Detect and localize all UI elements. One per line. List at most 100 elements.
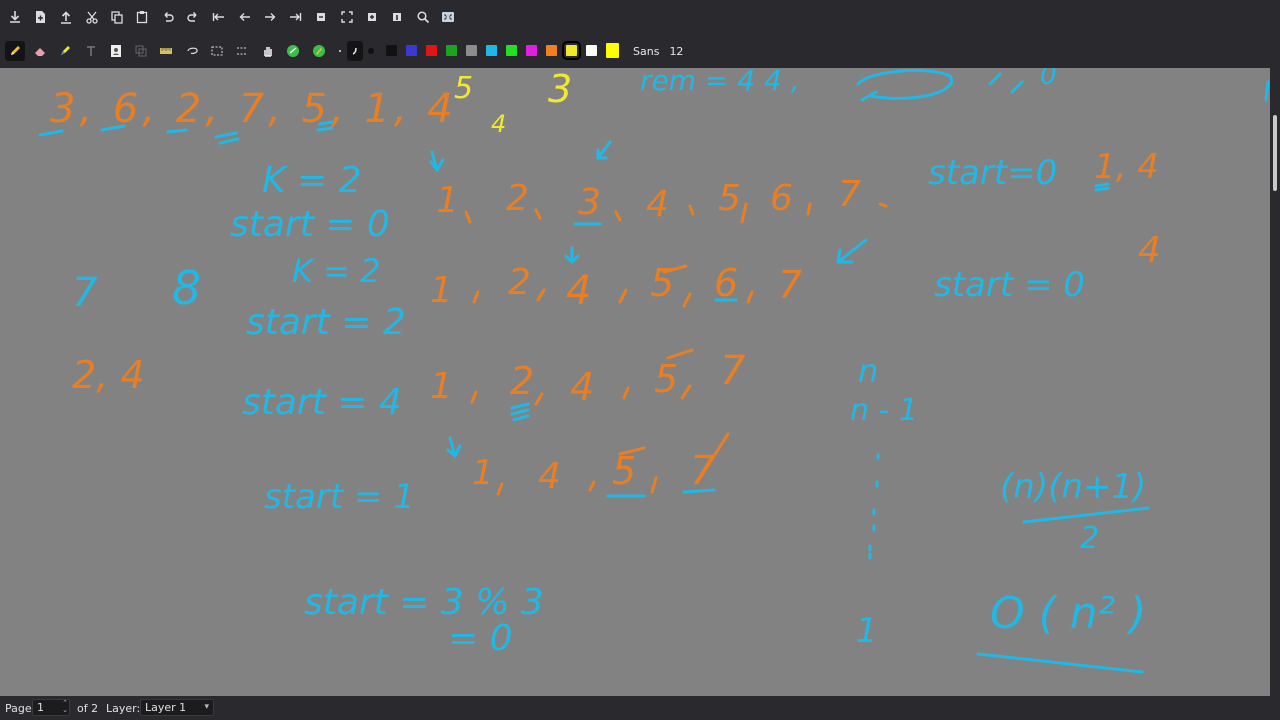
start-0-right2: start = 0 [934, 265, 1085, 305]
note-value: 7 [838, 174, 861, 215]
color-gray-swatch[interactable] [466, 45, 477, 56]
ink-stroke [164, 12, 174, 22]
image-icon[interactable] [106, 41, 126, 61]
copy-icon[interactable] [107, 7, 127, 27]
seven-blue: 7 [72, 270, 98, 316]
zoom-icon[interactable] [413, 7, 433, 27]
ink-stroke [341, 11, 353, 23]
color-red-swatch[interactable] [426, 45, 437, 56]
scrollbar-thumb[interactable] [1273, 115, 1277, 191]
ink-stroke [1264, 80, 1270, 102]
hand-icon[interactable] [258, 41, 278, 61]
one-four: 1, 4 [1094, 147, 1159, 187]
fit-page-icon[interactable] [337, 7, 357, 27]
color-magenta-swatch[interactable] [526, 45, 537, 56]
note-value: 5 [718, 178, 741, 219]
note-value: 1 [430, 366, 453, 407]
top-rem: rem = 4 4 , [640, 68, 800, 97]
export-icon[interactable] [56, 7, 76, 27]
font-name: Sans [633, 44, 660, 58]
text-icon[interactable] [81, 41, 101, 61]
ink-stroke [61, 11, 71, 24]
two-four: 2, 4 [72, 353, 145, 397]
ink-stroke [290, 13, 302, 21]
ruler-icon[interactable] [156, 41, 176, 61]
ink-stroke [564, 246, 580, 264]
custom-color-button[interactable] [606, 43, 619, 58]
goto-first-page-icon[interactable] [209, 7, 229, 27]
ink-stroke [424, 18, 430, 24]
redo-icon[interactable] [183, 7, 203, 27]
page-count: of 2 [77, 702, 99, 715]
note-value: 4 [570, 365, 594, 409]
page-label: Page [5, 702, 32, 715]
one-label: 1 [856, 611, 878, 651]
note-value: 1 [436, 180, 459, 221]
color-black-swatch[interactable] [386, 45, 397, 56]
ink-stroke [1094, 182, 1110, 192]
page-value: 1 [37, 701, 44, 714]
color-green-swatch[interactable] [446, 45, 457, 56]
ink-stroke [187, 12, 197, 22]
insert-page-icon[interactable] [311, 7, 331, 27]
note-value: 5 [654, 357, 678, 401]
select-object-icon[interactable] [131, 41, 151, 61]
fit-width-icon[interactable] [362, 7, 382, 27]
default-tool-icon[interactable] [309, 41, 329, 61]
color-light-green-swatch[interactable] [506, 45, 517, 56]
ink-stroke [510, 402, 530, 422]
page-spinbox[interactable]: 1 ⌃ ⌄ [32, 699, 70, 716]
circle-mark [856, 68, 953, 102]
note-value: 3 [578, 182, 601, 223]
previous-page-icon[interactable] [235, 7, 255, 27]
color-light-blue-swatch[interactable] [486, 45, 497, 56]
start-3-mod-3: start = 3 % 3 [304, 582, 544, 623]
start-1: start = 1 [264, 477, 415, 517]
yellow-three: 3 [548, 68, 572, 111]
new-page-icon[interactable] [30, 7, 50, 27]
ink-stroke [265, 13, 276, 21]
row3-values: 1 2 4 5 7 [430, 348, 746, 409]
next-page-icon[interactable] [260, 7, 280, 27]
top-zero: 0 [1040, 68, 1057, 91]
pen-icon[interactable] [5, 41, 25, 61]
select-lasso-icon[interactable] [182, 41, 202, 61]
row4-values: 1 4 5 7 [472, 448, 716, 497]
note-value: 4 [646, 184, 669, 225]
color-orange-swatch[interactable] [546, 45, 557, 56]
select-region-icon[interactable] [232, 41, 252, 61]
vertical-scrollbar[interactable] [1270, 68, 1280, 696]
thick-thickness-icon[interactable] [363, 41, 379, 61]
undo-icon[interactable] [158, 7, 178, 27]
paste-icon[interactable] [132, 7, 152, 27]
spin-arrows-icon[interactable]: ⌃ ⌄ [62, 700, 68, 714]
ink-stroke [187, 47, 198, 54]
yellow-four: 4 [491, 110, 506, 138]
color-blue-swatch[interactable] [406, 45, 417, 56]
fine-thickness-icon[interactable] [334, 41, 346, 61]
page-layout-icon[interactable] [387, 7, 407, 27]
main-toolbar [0, 0, 1280, 34]
array-top: 3, 6, 2, 7, 5, 1, 4 [50, 86, 457, 132]
fullscreen-icon[interactable] [438, 7, 458, 27]
highlighter-icon[interactable] [55, 41, 75, 61]
color-yellow-swatch[interactable] [562, 41, 581, 60]
ink-stroke [237, 47, 247, 55]
save-icon[interactable] [5, 7, 25, 27]
layer-select[interactable]: Layer 1 ▾ [140, 699, 214, 716]
font-button[interactable]: Sans 12 [628, 40, 688, 62]
ink-stroke [10, 11, 20, 23]
medium-thickness-icon[interactable] [347, 41, 363, 61]
start-2: start = 2 [246, 302, 406, 343]
drawing-canvas[interactable]: 3, 6, 2, 7, 5, 1, 4 rem = 4 4 , 0 5 3 4 … [0, 68, 1270, 696]
color-white-swatch[interactable] [586, 45, 597, 56]
select-rect-icon[interactable] [207, 41, 227, 61]
note-value: 1 [430, 270, 453, 311]
cut-icon[interactable] [82, 7, 102, 27]
shape-recognizer-icon[interactable] [283, 41, 303, 61]
eraser-icon[interactable] [30, 41, 50, 61]
goto-last-page-icon[interactable] [285, 7, 305, 27]
ink-stroke [868, 453, 880, 560]
n-label: n [858, 352, 878, 390]
sum-formula-denominator: 2 [1080, 521, 1099, 556]
